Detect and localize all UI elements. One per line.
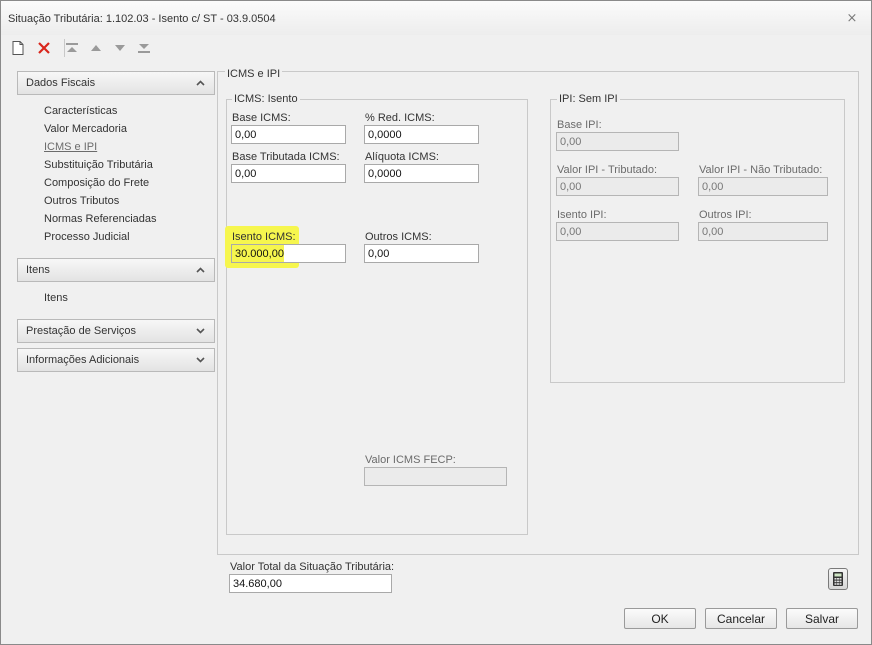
move-last-icon[interactable]	[135, 39, 153, 57]
save-button[interactable]: Salvar	[786, 608, 858, 629]
ok-button[interactable]: OK	[624, 608, 696, 629]
chevron-up-icon	[194, 72, 206, 94]
outros-ipi-input[interactable]	[698, 222, 828, 241]
ipi-group-title: IPI: Sem IPI	[557, 93, 620, 105]
accordion-informacoes-adicionais[interactable]: Informações Adicionais	[17, 348, 215, 372]
base-icms-label: Base ICMS:	[232, 112, 291, 124]
valor-ipi-nao-tributado-label: Valor IPI - Não Tributado:	[699, 164, 823, 176]
delete-icon[interactable]	[35, 39, 53, 57]
move-first-icon[interactable]	[63, 39, 81, 57]
accordion-prestacao-de-servicos[interactable]: Prestação de Serviços	[17, 319, 215, 343]
section-title: ICMS e IPI	[225, 68, 283, 80]
aliquota-icms-input[interactable]	[364, 164, 479, 183]
sidebar-item-caracteristicas[interactable]: Características	[44, 105, 117, 117]
move-down-icon[interactable]	[111, 39, 129, 57]
isento-icms-label: Isento ICMS:	[232, 231, 296, 243]
valor-ipi-nao-tributado-input[interactable]	[698, 177, 828, 196]
valor-icms-fecp-input[interactable]	[364, 467, 507, 486]
base-icms-input[interactable]	[231, 125, 346, 144]
sidebar-item-processo-judicial[interactable]: Processo Judicial	[44, 231, 130, 243]
sidebar-item-outros-tributos[interactable]: Outros Tributos	[44, 195, 119, 207]
toolbar	[9, 37, 209, 59]
sidebar-item-valor-mercadoria[interactable]: Valor Mercadoria	[44, 123, 127, 135]
isento-ipi-input[interactable]	[556, 222, 679, 241]
title-bar: Situação Tributária: 1.102.03 - Isento c…	[1, 1, 871, 35]
sidebar-item-composicao-do-frete[interactable]: Composição do Frete	[44, 177, 149, 189]
sidebar-item-itens[interactable]: Itens	[44, 292, 68, 304]
sidebar-item-icms-e-ipi[interactable]: ICMS e IPI	[44, 141, 97, 153]
valor-total-label: Valor Total da Situação Tributária:	[230, 561, 395, 573]
red-icms-label: % Red. ICMS:	[365, 112, 435, 124]
base-tributada-icms-label: Base Tributada ICMS:	[232, 151, 340, 163]
dialog-window: Situação Tributária: 1.102.03 - Isento c…	[0, 0, 872, 645]
sidebar-item-normas-referenciadas[interactable]: Normas Referenciadas	[44, 213, 157, 225]
calculator-icon[interactable]	[828, 568, 848, 590]
accordion-label: Informações Adicionais	[26, 354, 140, 366]
chevron-down-icon	[194, 320, 206, 342]
sidebar-item-substituicao-tributaria[interactable]: Substituição Tributária	[44, 159, 153, 171]
outros-icms-label: Outros ICMS:	[365, 231, 432, 243]
aliquota-icms-label: Alíquota ICMS:	[365, 151, 439, 163]
isento-icms-input[interactable]	[231, 244, 346, 263]
valor-icms-fecp-label: Valor ICMS FECP:	[365, 454, 456, 466]
outros-icms-input[interactable]	[364, 244, 479, 263]
outros-ipi-label: Outros IPI:	[699, 209, 752, 221]
red-icms-input[interactable]	[364, 125, 479, 144]
valor-ipi-tributado-input[interactable]	[556, 177, 679, 196]
move-up-icon[interactable]	[87, 39, 105, 57]
icms-group-title: ICMS: Isento	[232, 93, 300, 105]
new-document-icon[interactable]	[9, 39, 27, 57]
close-icon[interactable]: ⨯	[845, 11, 859, 25]
chevron-up-icon	[194, 259, 206, 281]
isento-ipi-label: Isento IPI:	[557, 209, 607, 221]
accordion-dados-fiscais[interactable]: Dados Fiscais	[17, 71, 215, 95]
accordion-itens[interactable]: Itens	[17, 258, 215, 282]
chevron-down-icon	[194, 349, 206, 371]
base-tributada-icms-input[interactable]	[231, 164, 346, 183]
valor-ipi-tributado-label: Valor IPI - Tributado:	[557, 164, 658, 176]
cancel-button[interactable]: Cancelar	[705, 608, 777, 629]
base-ipi-input[interactable]	[556, 132, 679, 151]
base-ipi-label: Base IPI:	[557, 119, 602, 131]
accordion-label: Prestação de Serviços	[26, 325, 137, 337]
accordion-label: Itens	[26, 264, 50, 276]
accordion-label: Dados Fiscais	[26, 77, 96, 89]
window-title: Situação Tributária: 1.102.03 - Isento c…	[8, 13, 276, 25]
valor-total-input[interactable]	[229, 574, 392, 593]
